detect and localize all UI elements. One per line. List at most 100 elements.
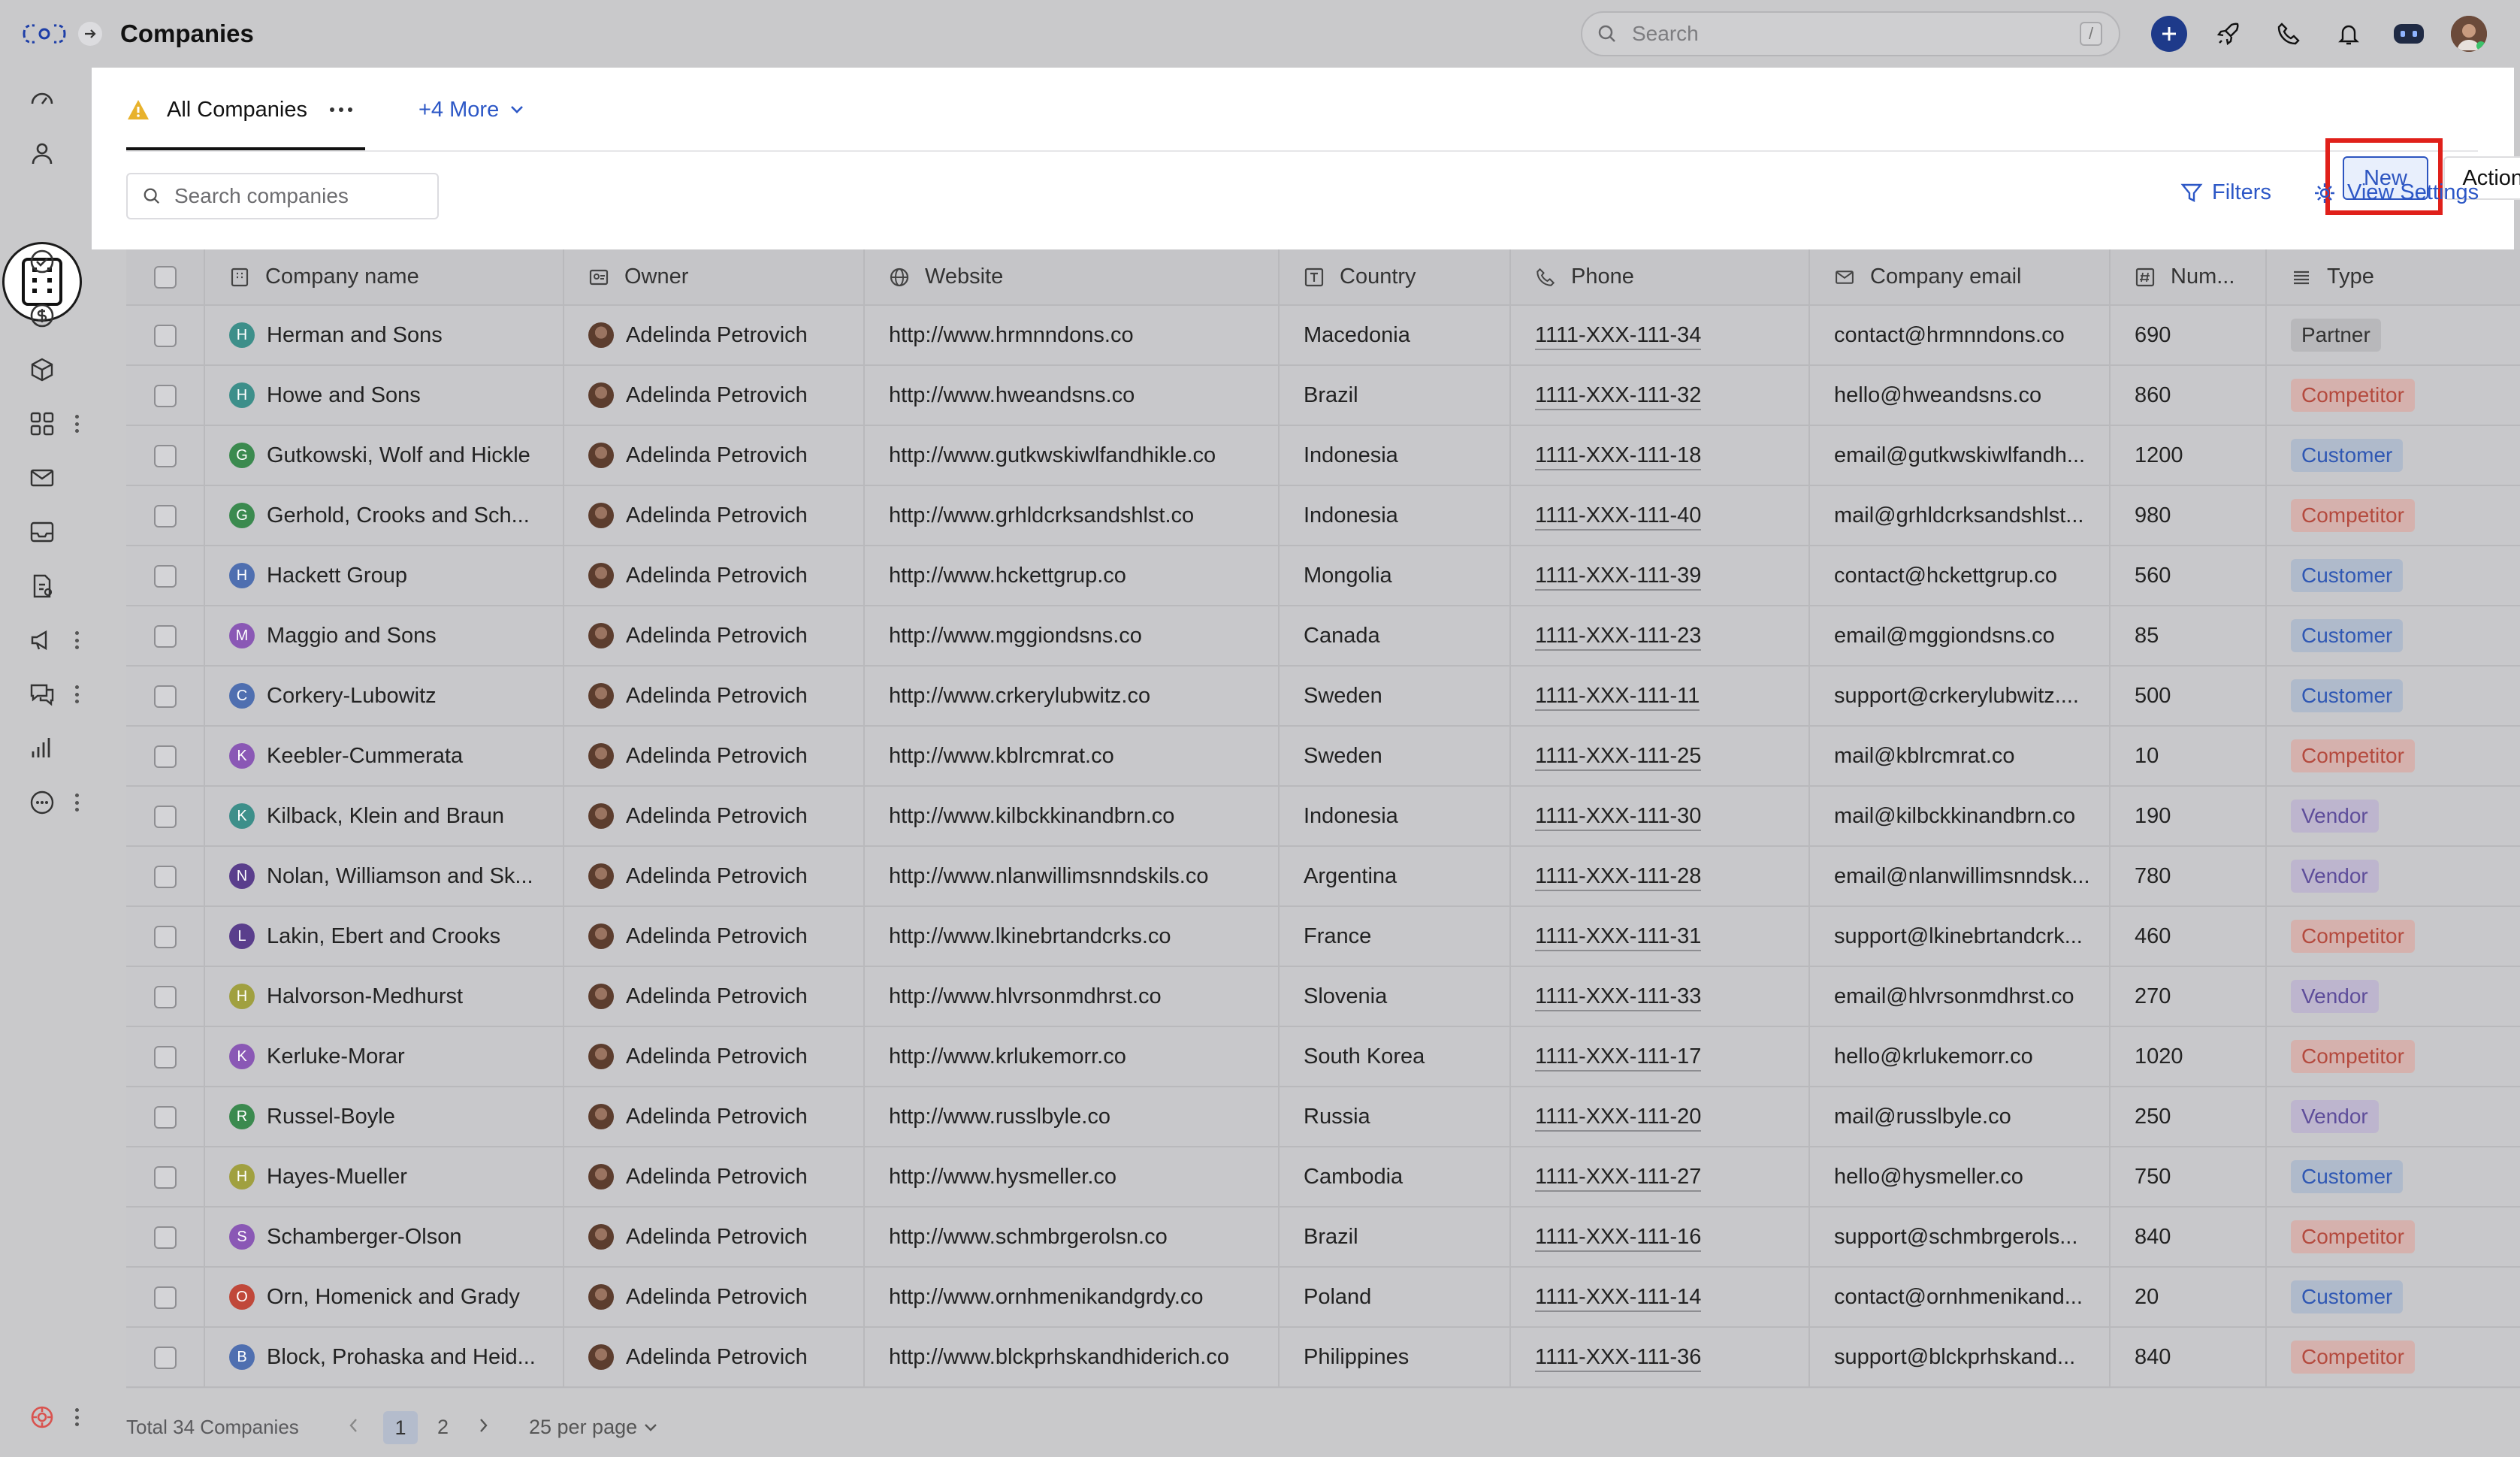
sidebar-item-dashboard[interactable] [26, 83, 59, 116]
table-row[interactable]: G Gerhold, Crooks and Sch... Adelinda Pe… [126, 485, 2520, 546]
number-cell[interactable]: 840 [2110, 1327, 2267, 1388]
email-value[interactable]: contact@ornhmenikand... [1834, 1285, 2083, 1309]
column-header-company-email[interactable]: Company email [1809, 249, 2111, 306]
sidebar-item-deals[interactable] [26, 299, 59, 332]
sidebar-item-mail[interactable] [26, 461, 59, 494]
table-row[interactable]: K Kilback, Klein and Braun Adelinda Petr… [126, 786, 2520, 847]
table-row[interactable]: N Nolan, Williamson and Sk... Adelinda P… [126, 846, 2520, 907]
number-cell[interactable]: 500 [2110, 666, 2267, 727]
sidebar-item-documents[interactable] [26, 570, 59, 603]
more-views-dropdown[interactable]: +4 More [418, 68, 524, 152]
company-name-cell[interactable]: G Gutkowski, Wolf and Hickle [204, 425, 564, 486]
company-name-cell[interactable]: O Orn, Homenick and Grady [204, 1267, 564, 1328]
phone-value[interactable]: 1111-XXX-111-28 [1535, 863, 1702, 891]
sidebar-item-apps[interactable] [26, 407, 59, 440]
company-name[interactable]: Herman and Sons [267, 323, 443, 348]
website-link[interactable]: http://www.lkinebrtandcrks.co [889, 924, 1171, 948]
email-cell[interactable]: mail@grhldcrksandshlst... [1809, 485, 2111, 546]
type-cell[interactable]: Customer [2266, 1147, 2520, 1208]
phone-cell[interactable]: 1111-XXX-111-16 [1510, 1207, 1810, 1268]
owner-cell[interactable]: Adelinda Petrovich [564, 1026, 865, 1087]
row-checkbox[interactable] [153, 1045, 177, 1069]
table-row[interactable]: H Hackett Group Adelinda Petrovich http:… [126, 546, 2520, 606]
view-settings-button[interactable]: View Settings [2313, 180, 2479, 205]
row-checkbox[interactable] [153, 685, 177, 708]
company-name-cell[interactable]: G Gerhold, Crooks and Sch... [204, 485, 564, 546]
owner-cell[interactable]: Adelinda Petrovich [564, 966, 865, 1027]
phone-cell[interactable]: 1111-XXX-111-40 [1510, 485, 1810, 546]
website-link[interactable]: http://www.hlvrsonmdhrst.co [889, 984, 1162, 1008]
chat-more-menu[interactable] [71, 681, 83, 708]
table-row[interactable]: B Block, Prohaska and Heid... Adelinda P… [126, 1327, 2520, 1388]
table-row[interactable]: H Halvorson-Medhurst Adelinda Petrovich … [126, 966, 2520, 1027]
row-checkbox[interactable] [153, 1105, 177, 1129]
row-checkbox[interactable] [153, 444, 177, 467]
table-row[interactable]: H Hayes-Mueller Adelinda Petrovich http:… [126, 1147, 2520, 1208]
website-cell[interactable]: http://www.mggiondsns.co [864, 606, 1280, 667]
country-cell[interactable]: Brazil [1279, 1207, 1511, 1268]
owner-cell[interactable]: Adelinda Petrovich [564, 1147, 865, 1208]
website-cell[interactable]: http://www.kblrcmrat.co [864, 726, 1280, 787]
type-cell[interactable]: Customer [2266, 606, 2520, 667]
phone-value[interactable]: 1111-XXX-111-14 [1535, 1284, 1702, 1312]
phone-cell[interactable]: 1111-XXX-111-14 [1510, 1267, 1810, 1328]
email-cell[interactable]: email@nlanwillimsnndsk... [1809, 846, 2111, 907]
owner-cell[interactable]: Adelinda Petrovich [564, 1267, 865, 1328]
company-name[interactable]: Howe and Sons [267, 383, 421, 408]
phone-value[interactable]: 1111-XXX-111-40 [1535, 503, 1702, 531]
company-name-cell[interactable]: N Nolan, Williamson and Sk... [204, 846, 564, 907]
company-name[interactable]: Hayes-Mueller [267, 1165, 407, 1189]
email-cell[interactable]: contact@hckettgrup.co [1809, 546, 2111, 606]
website-link[interactable]: http://www.kblrcmrat.co [889, 744, 1114, 768]
website-link[interactable]: http://www.gutkwskiwlfandhikle.co [889, 443, 1216, 467]
email-cell[interactable]: email@mggiondsns.co [1809, 606, 2111, 667]
email-value[interactable]: support@schmbrgerols... [1834, 1225, 2077, 1249]
email-value[interactable]: email@gutkwskiwlfandh... [1834, 443, 2085, 467]
phone-cell[interactable]: 1111-XXX-111-30 [1510, 786, 1810, 847]
website-link[interactable]: http://www.nlanwillimsnndskils.co [889, 864, 1208, 888]
phone-cell[interactable]: 1111-XXX-111-32 [1510, 365, 1810, 426]
number-cell[interactable]: 840 [2110, 1207, 2267, 1268]
table-row[interactable]: H Howe and Sons Adelinda Petrovich http:… [126, 365, 2520, 426]
apps-more-menu[interactable] [71, 410, 83, 437]
country-cell[interactable]: Poland [1279, 1267, 1511, 1328]
sidebar-item-settings[interactable] [26, 1401, 59, 1434]
website-cell[interactable]: http://www.kilbckkinandbrn.co [864, 786, 1280, 847]
company-name[interactable]: Keebler-Cummerata [267, 744, 463, 769]
phone-value[interactable]: 1111-XXX-111-36 [1535, 1344, 1702, 1372]
phone-value[interactable]: 1111-XXX-111-16 [1535, 1224, 1702, 1252]
owner-cell[interactable]: Adelinda Petrovich [564, 666, 865, 727]
row-checkbox[interactable] [153, 504, 177, 527]
company-name[interactable]: Halvorson-Medhurst [267, 984, 463, 1009]
type-cell[interactable]: Partner [2266, 305, 2520, 366]
website-cell[interactable]: http://www.nlanwillimsnndskils.co [864, 846, 1280, 907]
phone-cell[interactable]: 1111-XXX-111-33 [1510, 966, 1810, 1027]
company-name-cell[interactable]: H Halvorson-Medhurst [204, 966, 564, 1027]
email-value[interactable]: mail@kblrcmrat.co [1834, 744, 2015, 768]
company-name[interactable]: Schamberger-Olson [267, 1225, 462, 1250]
phone-value[interactable]: 1111-XXX-111-33 [1535, 984, 1702, 1011]
email-value[interactable]: mail@kilbckkinandbrn.co [1834, 804, 2075, 828]
website-link[interactable]: http://www.crkerylubwitz.co [889, 684, 1150, 708]
country-cell[interactable]: France [1279, 906, 1511, 967]
type-cell[interactable]: Competitor [2266, 1327, 2520, 1388]
email-cell[interactable]: hello@krlukemorr.co [1809, 1026, 2111, 1087]
email-cell[interactable]: mail@kilbckkinandbrn.co [1809, 786, 2111, 847]
website-link[interactable]: http://www.hrmnndons.co [889, 323, 1134, 347]
global-search-input[interactable]: Search / [1581, 11, 2120, 56]
website-cell[interactable]: http://www.russlbyle.co [864, 1087, 1280, 1147]
website-cell[interactable]: http://www.gutkwskiwlfandhikle.co [864, 425, 1280, 486]
number-cell[interactable]: 20 [2110, 1267, 2267, 1328]
owner-cell[interactable]: Adelinda Petrovich [564, 846, 865, 907]
type-cell[interactable]: Customer [2266, 425, 2520, 486]
phone-cell[interactable]: 1111-XXX-111-39 [1510, 546, 1810, 606]
company-name[interactable]: Kilback, Klein and Braun [267, 804, 504, 829]
type-cell[interactable]: Competitor [2266, 365, 2520, 426]
sidebar-item-products[interactable] [26, 353, 59, 386]
filters-button[interactable]: Filters [2180, 180, 2271, 205]
email-value[interactable]: hello@hysmeller.co [1834, 1165, 2023, 1189]
website-cell[interactable]: http://www.ornhmenikandgrdy.co [864, 1267, 1280, 1328]
website-cell[interactable]: http://www.hrmnndons.co [864, 305, 1280, 366]
website-link[interactable]: http://www.ornhmenikandgrdy.co [889, 1285, 1204, 1309]
phone-cell[interactable]: 1111-XXX-111-28 [1510, 846, 1810, 907]
